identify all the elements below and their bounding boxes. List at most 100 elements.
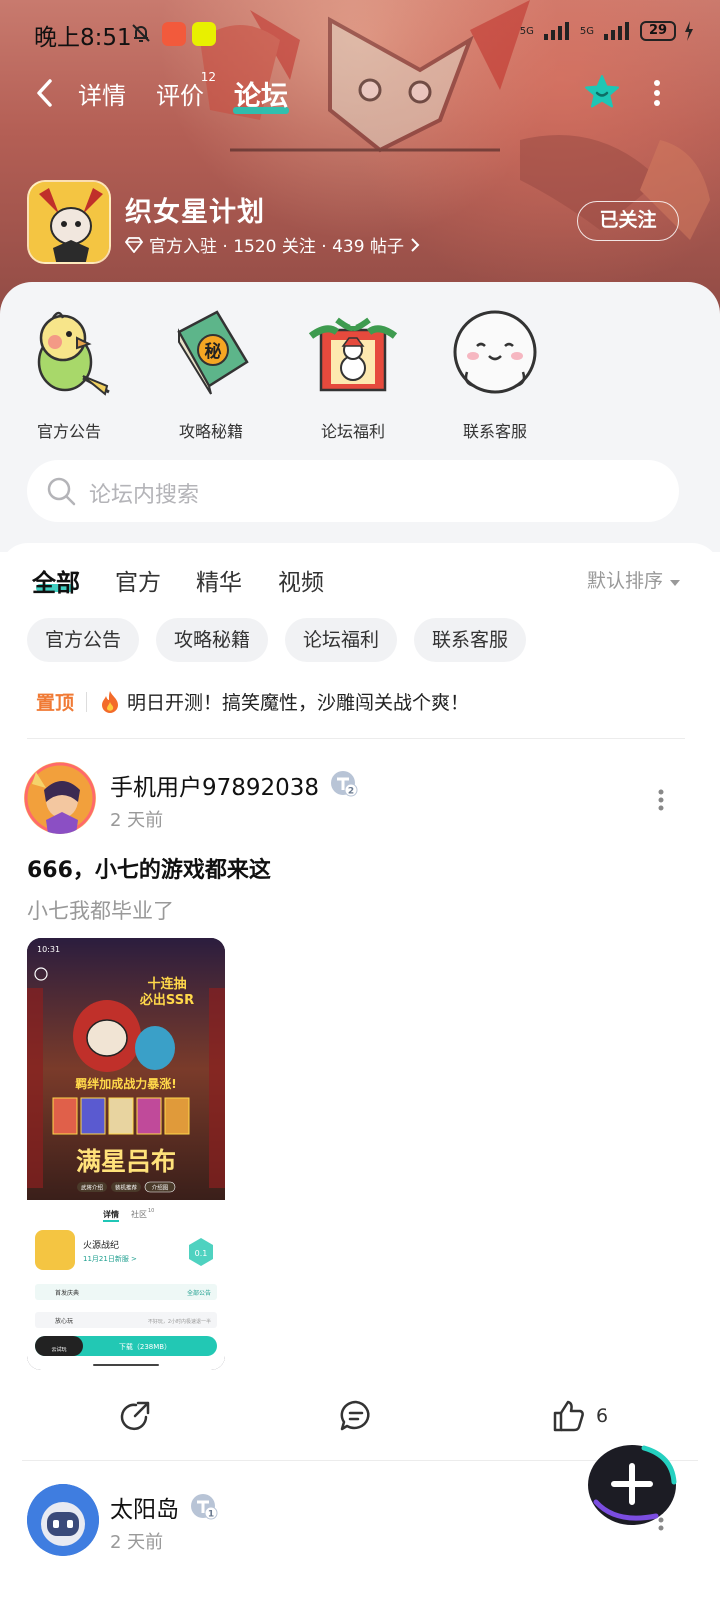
- customer-service-icon: [453, 310, 537, 394]
- image-status-time: 10:31: [37, 945, 60, 954]
- image-banner-line1: 十连抽: [147, 976, 186, 992]
- charging-icon: [685, 21, 693, 41]
- image-big-text: 满星吕布: [76, 1147, 176, 1176]
- chip-benefits[interactable]: 论坛福利: [285, 618, 398, 662]
- level-badge-icon: 2: [331, 771, 358, 797]
- tab-details[interactable]: 详情: [78, 76, 126, 111]
- search-icon: [47, 477, 76, 506]
- shortcut-label: 联系客服: [462, 422, 527, 441]
- image-tagline: 羁绊加成战力暴涨!: [75, 1076, 176, 1091]
- shortcut-guides[interactable]: 秘 攻略秘籍: [156, 306, 266, 442]
- tab-reviews[interactable]: 评价 12: [156, 70, 216, 111]
- game-meta[interactable]: 官方入驻 · 1520 关注 · 439 帖子: [125, 232, 420, 257]
- image-button: 介绍图: [152, 1184, 169, 1192]
- image-score: 0.1: [195, 1249, 208, 1258]
- tab-reviews-count: 12: [200, 70, 216, 84]
- signal-label-2: 5G: [579, 25, 594, 37]
- shortcut-label: 官方公告: [36, 422, 101, 441]
- tab-forum[interactable]: 论坛: [234, 74, 288, 113]
- caret-down-icon: [670, 580, 681, 586]
- gift-box-icon: [308, 317, 398, 392]
- shortcut-announcements[interactable]: 官方公告: [14, 306, 124, 442]
- post-author[interactable]: 手机用户97892038: [110, 768, 319, 802]
- image-row-left: 放心玩: [55, 1317, 73, 1325]
- avatar[interactable]: [24, 762, 96, 834]
- parrot-icon: [37, 311, 110, 396]
- battery-icon: 29: [640, 21, 676, 41]
- image-game-name: 火源战纪: [83, 1239, 119, 1251]
- chip-customer-service[interactable]: 联系客服: [414, 618, 527, 662]
- thumbs-up-icon: [553, 1400, 584, 1432]
- category-tab-all[interactable]: 全部: [32, 563, 80, 598]
- post-time: 2 天前: [110, 810, 164, 831]
- level-badge-icon: 1: [191, 1494, 218, 1520]
- avatar[interactable]: [27, 1484, 99, 1556]
- image-tab-count: 10: [148, 1208, 154, 1214]
- signal-label-1: 5G: [519, 25, 534, 37]
- top-nav: 详情 评价 12 论坛: [0, 66, 720, 122]
- post-author[interactable]: 太阳岛: [110, 1490, 179, 1524]
- chip-guides[interactable]: 攻略秘籍: [156, 618, 269, 662]
- image-button: 武将介绍: [81, 1184, 104, 1192]
- pinned-text: 明日开测！搞笑魔性，沙雕闯关战个爽！: [127, 692, 470, 714]
- more-options-icon[interactable]: [652, 78, 662, 108]
- image-release: 11月21日新服 >: [83, 1254, 137, 1263]
- post-image[interactable]: 10:31 十连抽 必出SSR 羁绊加成战力暴涨! 满星吕布 武将介绍 装机推荐…: [27, 938, 225, 1370]
- comment-button[interactable]: [339, 1398, 373, 1434]
- app-notification-icon-2: [192, 22, 216, 46]
- tab-reviews-label: 评价: [156, 82, 204, 110]
- signal-icon: [543, 22, 569, 40]
- post-body[interactable]: 小七我都毕业了: [27, 895, 174, 925]
- image-row-left: 首发庆典: [55, 1289, 79, 1297]
- app-notification-icon: [162, 22, 186, 46]
- image-trial-label: 云试玩: [51, 1346, 66, 1353]
- like-button[interactable]: 6: [552, 1398, 608, 1434]
- image-tab: 详情: [103, 1209, 119, 1219]
- category-tab-official[interactable]: 官方: [115, 563, 161, 597]
- sort-label: 默认排序: [587, 570, 664, 592]
- create-post-button[interactable]: [586, 1442, 678, 1526]
- svg-text:秘: 秘: [205, 341, 222, 362]
- pinned-separator: [86, 691, 88, 712]
- chevron-right-icon: [411, 237, 420, 252]
- game-icon[interactable]: [27, 180, 111, 264]
- back-arrow-icon[interactable]: [34, 78, 56, 108]
- image-row-right: 不好玩，2小时内极速退一半: [148, 1318, 211, 1325]
- category-tab-video[interactable]: 视频: [278, 563, 324, 597]
- status-indicators: 5G 5G 29: [520, 20, 694, 42]
- post-image-screenshot: 10:31 十连抽 必出SSR 羁绊加成战力暴涨! 满星吕布 武将介绍 装机推荐…: [27, 938, 225, 1370]
- game-icon-art: [29, 182, 109, 262]
- signal-icon-2: [604, 22, 629, 40]
- avatar-image: [27, 1484, 99, 1556]
- game-meta-text: 官方入驻 · 1520 关注 · 439 帖子: [149, 237, 404, 257]
- pinned-post[interactable]: 置顶 明日开测！搞笑魔性，沙雕闯关战个爽！: [36, 688, 469, 715]
- secret-book-icon: 秘: [177, 310, 249, 395]
- image-banner-line2: 必出SSR: [139, 992, 194, 1008]
- follow-button[interactable]: 已关注: [577, 201, 679, 241]
- shortcut-benefits[interactable]: 论坛福利: [298, 306, 408, 442]
- level-badge-number: 2: [348, 787, 354, 797]
- avatar-image: [24, 762, 96, 834]
- status-time: 晚上8:51: [34, 25, 132, 51]
- sort-dropdown[interactable]: 默认排序: [587, 566, 681, 593]
- divider: [27, 738, 685, 739]
- favorite-star-icon[interactable]: [584, 74, 620, 110]
- status-bar: 晚上8:51 5G 5G 29: [0, 12, 720, 52]
- category-tab-featured[interactable]: 精华: [196, 563, 242, 597]
- game-title: 织女星计划: [125, 197, 265, 228]
- like-count: 6: [596, 1405, 609, 1427]
- image-download-label: 下载（238MB）: [119, 1342, 171, 1351]
- post-more-icon[interactable]: [657, 788, 665, 812]
- share-button[interactable]: [118, 1398, 152, 1434]
- fire-icon: [102, 690, 119, 713]
- battery-level: 29: [648, 23, 668, 38]
- shortcut-customer-service[interactable]: 联系客服: [440, 306, 550, 442]
- forum-search[interactable]: 论坛内搜索: [27, 460, 679, 522]
- image-button: 装机推荐: [115, 1184, 138, 1192]
- pinned-label: 置顶: [36, 692, 75, 714]
- search-input[interactable]: 论坛内搜索: [89, 477, 199, 509]
- post-title[interactable]: 666，小七的游戏都来这: [27, 852, 271, 884]
- post-time: 2 天前: [110, 1532, 164, 1553]
- chip-announcements[interactable]: 官方公告: [27, 618, 140, 662]
- image-row-right: 全部公告: [187, 1289, 211, 1297]
